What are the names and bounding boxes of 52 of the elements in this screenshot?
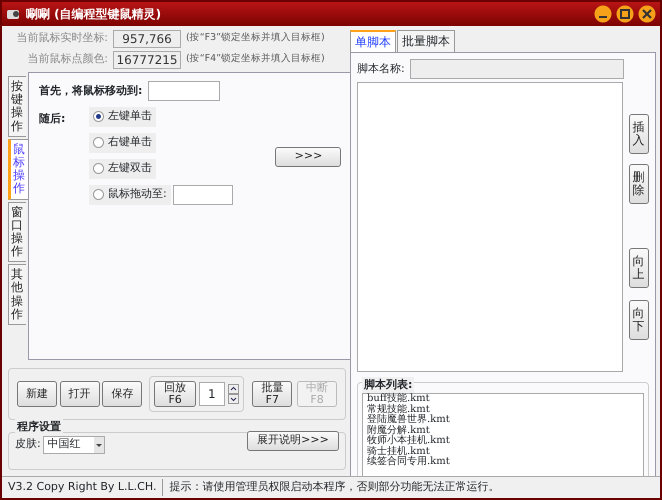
readout-value: 957,766	[113, 30, 181, 48]
status-hint: 提示：请使用管理员权限启动本程序，否则部分功能无法正常运行。	[168, 479, 500, 496]
hint-text: (按“F4”锁定坐标并填入目标框)	[186, 52, 325, 66]
radio-option[interactable]: 左键单击	[89, 106, 156, 126]
spin-up-icon[interactable]	[228, 384, 239, 394]
side-button[interactable]: 插入	[628, 114, 648, 154]
minimize-icon[interactable]	[594, 5, 612, 23]
name-label: 脚本名称:	[357, 60, 405, 77]
script-list-item[interactable]: 牧师小本挂机.kmt	[367, 436, 638, 447]
hint-text: (按“F3”锁定坐标并填入目标框)	[186, 31, 325, 46]
app-icon	[6, 7, 22, 21]
help-button[interactable]: 展开说明>>>	[247, 430, 339, 450]
script-list-item[interactable]: buff技能.kmt	[367, 394, 638, 405]
tab[interactable]: 批量脚本	[397, 30, 455, 52]
script-list-item[interactable]: 续签合同专用.kmt	[367, 457, 638, 468]
script-list-item[interactable]: 登陆魔兽世界.kmt	[367, 415, 638, 426]
side-button[interactable]: 删除	[628, 164, 648, 204]
count-spinner[interactable]: 1	[198, 382, 225, 406]
tab[interactable]: 单脚本	[350, 30, 396, 52]
readout-label: 当前鼠标实时坐标:	[15, 30, 108, 46]
side-tab[interactable]: 窗口操作	[8, 202, 26, 262]
window-title: 唰唰 (自编程型键鼠精灵)	[26, 6, 162, 23]
radio-option[interactable]: 鼠标拖动至:	[89, 184, 171, 204]
side-tab[interactable]: 鼠标操作	[8, 138, 28, 200]
side-tab[interactable]: 按键操作	[8, 76, 26, 137]
side-button[interactable]: 向下	[628, 300, 648, 340]
skin-label: 皮肤:	[15, 436, 41, 452]
caret-icon	[94, 436, 104, 452]
skin-dropdown[interactable]: 中国红	[43, 436, 106, 454]
readout-value: 16777215	[113, 50, 181, 68]
toolbar-button[interactable]: 打开	[60, 381, 100, 407]
group-title: 脚本列表:	[362, 376, 414, 394]
replay-button[interactable]: 回放 F6	[154, 381, 196, 407]
script-name-field[interactable]	[410, 59, 624, 79]
drag-target-field[interactable]	[173, 184, 234, 204]
radio-option[interactable]: 左键双击	[89, 158, 156, 178]
move-label: 首先，将鼠标移动到:	[39, 82, 142, 99]
toolbar-button[interactable]: 批量 F7	[252, 381, 292, 407]
side-button[interactable]: 向上	[628, 248, 648, 288]
close-icon[interactable]	[638, 5, 656, 23]
add-button[interactable]: >>>	[275, 146, 342, 166]
then-label: 随后:	[39, 110, 66, 126]
side-tab[interactable]: 其他操作	[8, 264, 26, 325]
group-title: 程序设置	[15, 419, 63, 436]
version-text: V3.2 Copy Right By L.L.CH.	[2, 479, 164, 496]
maximize-icon[interactable]	[616, 5, 634, 23]
target-field[interactable]	[148, 81, 220, 101]
radio-option[interactable]: 右键单击	[89, 132, 156, 152]
toolbar-button[interactable]: 新建	[17, 381, 57, 407]
toolbar-button[interactable]: 保存	[102, 381, 142, 407]
spin-down-icon[interactable]	[228, 394, 239, 404]
readout-label: 当前鼠标点颜色:	[26, 51, 108, 68]
